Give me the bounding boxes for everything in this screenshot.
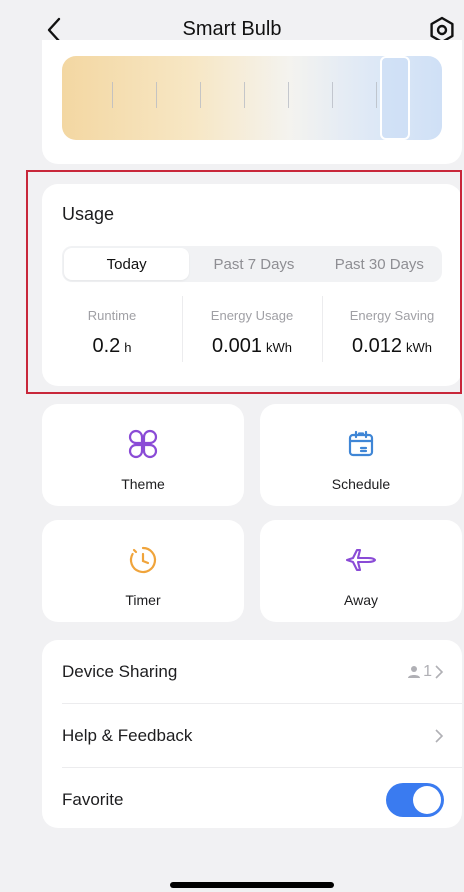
slider-tick xyxy=(376,82,377,108)
home-indicator xyxy=(170,882,334,888)
stat-value-wrap: 0.2 h xyxy=(42,335,182,358)
stat-value: 0.012 xyxy=(351,335,403,357)
settings-list-card: Device Sharing 1 Help & Feedback Favorit… xyxy=(42,640,462,828)
shared-count: 1 xyxy=(423,663,432,680)
stat-value-wrap: 0.001 kWh xyxy=(182,335,322,358)
tile-icon-wrap xyxy=(42,428,244,460)
stat-unit: kWh xyxy=(406,340,433,355)
stat-value: 0.2 xyxy=(92,335,121,357)
slider-tick xyxy=(288,82,289,108)
clock-icon xyxy=(129,546,157,574)
slider-tick xyxy=(200,82,201,108)
row-right xyxy=(434,728,444,744)
tab-past-7-days[interactable]: Past 7 Days xyxy=(191,246,316,282)
tile-icon-wrap xyxy=(42,544,244,576)
usage-card: Usage Today Past 7 Days Past 30 Days Run… xyxy=(42,184,462,386)
chevron-right-icon xyxy=(435,665,444,679)
favorite-toggle[interactable] xyxy=(386,783,444,817)
tile-icon-wrap xyxy=(260,428,462,460)
row-label: Device Sharing xyxy=(62,662,178,681)
tile-label: Away xyxy=(344,592,378,608)
slider-tick xyxy=(244,82,245,108)
slider-tick xyxy=(112,82,113,108)
row-right: 1 xyxy=(407,663,444,681)
theme-icon xyxy=(128,429,158,459)
stat-value-wrap: 0.012 kWh xyxy=(322,335,462,358)
stat-label: Runtime xyxy=(87,308,137,323)
color-temperature-slider[interactable] xyxy=(62,56,442,140)
tile-icon-wrap xyxy=(260,544,462,576)
color-temperature-card xyxy=(42,40,462,164)
chevron-right-icon xyxy=(435,729,444,743)
page-title: Smart Bulb xyxy=(182,18,282,40)
stat-energy-saving: Energy Saving 0.012 kWh xyxy=(322,296,462,368)
tab-past-30-days[interactable]: Past 30 Days xyxy=(317,246,442,282)
help-feedback-row[interactable]: Help & Feedback xyxy=(42,704,462,768)
stat-energy-usage: Energy Usage 0.001 kWh xyxy=(182,296,322,368)
slider-thumb[interactable] xyxy=(380,56,410,140)
usage-title: Usage xyxy=(62,204,115,224)
stat-unit: kWh xyxy=(266,340,293,355)
tile-label: Theme xyxy=(121,476,165,492)
tile-label: Schedule xyxy=(331,476,391,492)
row-label: Favorite xyxy=(62,790,124,809)
slider-tick xyxy=(332,82,333,108)
stat-runtime: Runtime 0.2 h xyxy=(42,296,182,368)
calendar-icon xyxy=(348,430,374,457)
timer-tile[interactable]: Timer xyxy=(42,520,244,622)
usage-period-tabs: Today Past 7 Days Past 30 Days xyxy=(62,246,442,282)
slider-tick xyxy=(156,82,157,108)
stat-label: Energy Usage xyxy=(210,308,294,323)
toggle-knob xyxy=(413,786,441,814)
tab-today[interactable]: Today xyxy=(64,248,190,280)
stat-value: 0.001 xyxy=(211,335,263,357)
row-right xyxy=(386,783,444,817)
stat-label: Energy Saving xyxy=(349,308,435,323)
row-label: Help & Feedback xyxy=(62,726,193,745)
person-icon xyxy=(408,666,421,678)
schedule-tile[interactable]: Schedule xyxy=(260,404,462,506)
away-tile[interactable]: Away xyxy=(260,520,462,622)
usage-stats: Runtime 0.2 h Energy Usage 0.001 kWh Energ… xyxy=(42,296,462,368)
tile-label: Timer xyxy=(125,592,161,608)
favorite-row: Favorite xyxy=(42,768,462,832)
stat-unit: h xyxy=(124,340,132,355)
airplane-icon xyxy=(345,548,377,572)
theme-tile[interactable]: Theme xyxy=(42,404,244,506)
device-sharing-row[interactable]: Device Sharing 1 xyxy=(42,640,462,704)
